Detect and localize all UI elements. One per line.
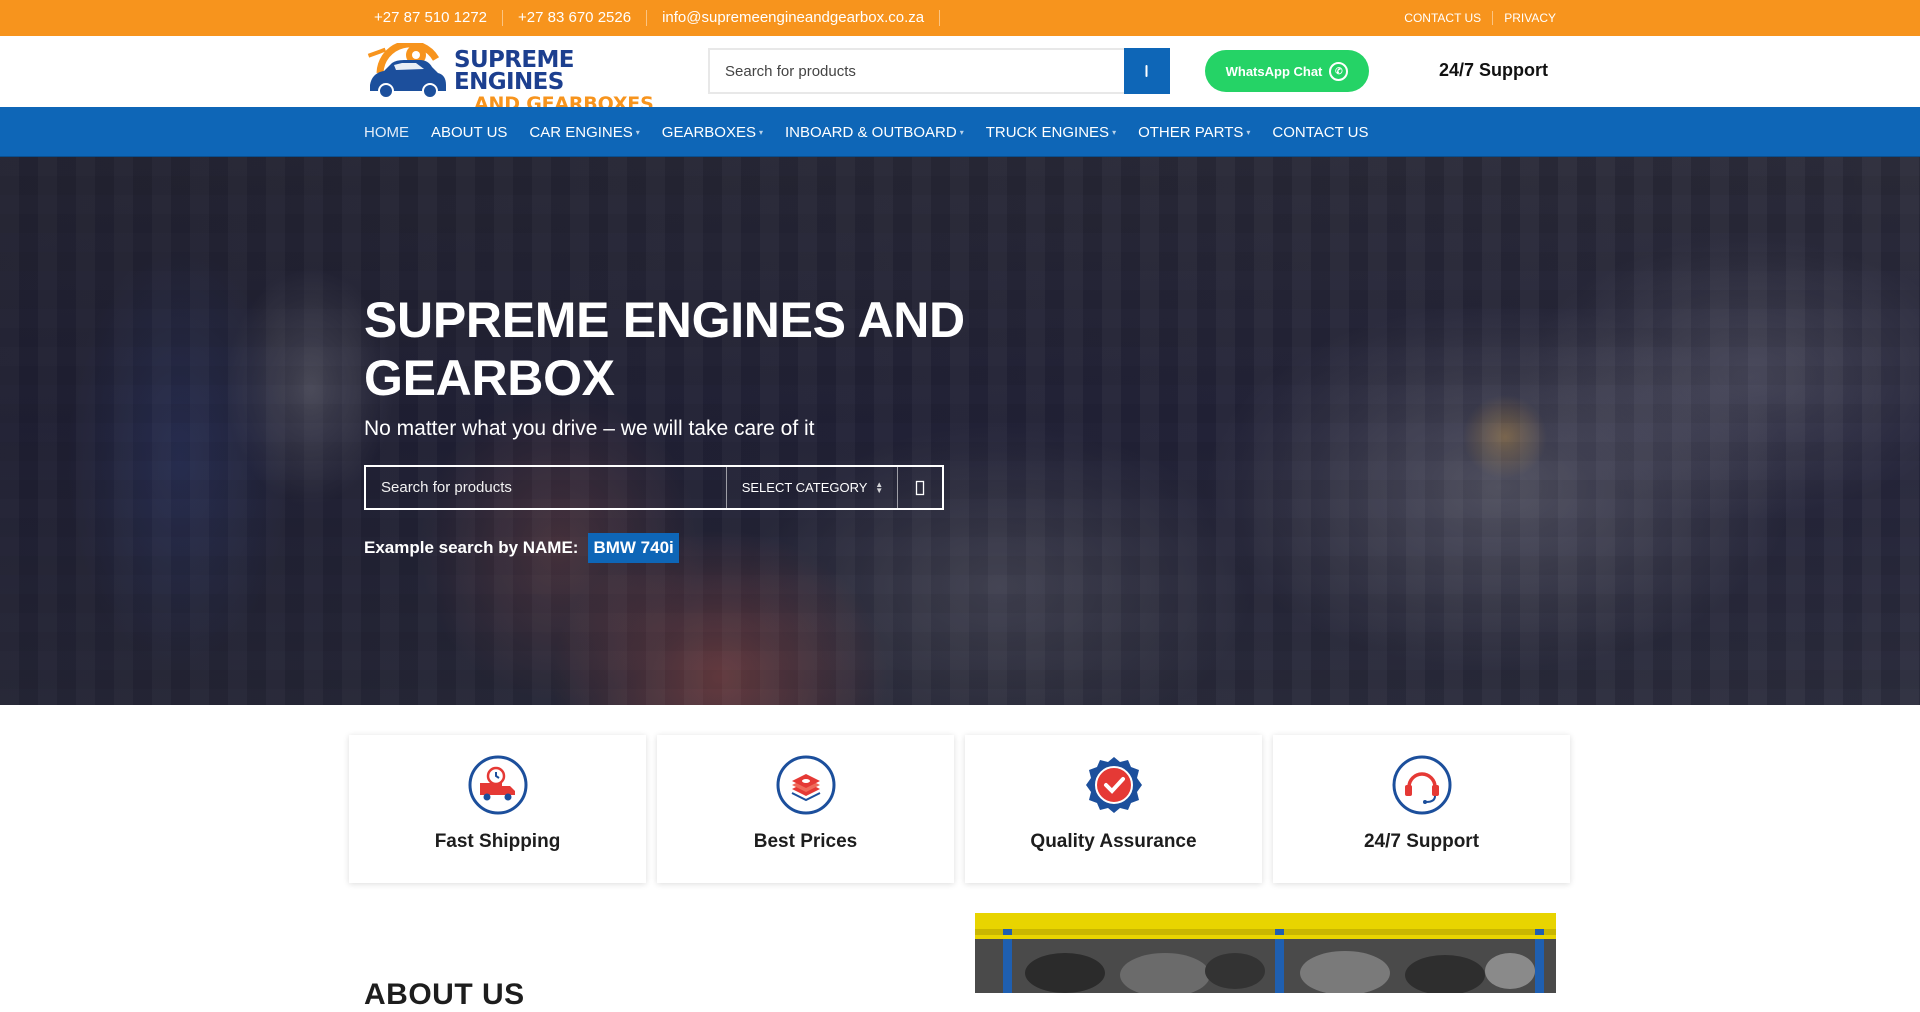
nav-label: OTHER PARTS (1138, 123, 1244, 141)
feature-card-fast-shipping: Fast Shipping (349, 735, 646, 883)
search-icon (1145, 65, 1148, 77)
logo-line-1: SUPREME ENGINES (454, 47, 575, 95)
hero-banner: SUPREME ENGINES AND GEARBOX No matter wh… (0, 157, 1920, 705)
header-search-button[interactable] (1124, 48, 1170, 94)
badge-check-icon (1086, 757, 1142, 813)
nav-item-car-engines[interactable]: CAR ENGINES ▾ (529, 124, 639, 141)
header: SUPREME ENGINES AND GEARBOXES WhatsApp C… (0, 36, 1920, 115)
hero-search: SELECT CATEGORY ▲▼ (364, 465, 944, 510)
headset-icon (1392, 755, 1452, 815)
logo-text: SUPREME ENGINES AND GEARBOXES (454, 47, 672, 116)
top-contacts: +27 87 510 1272 +27 83 670 2526 info@sup… (374, 0, 941, 36)
whatsapp-chat-button[interactable]: WhatsApp Chat ✆ (1205, 50, 1369, 92)
example-search-tag[interactable]: BMW 740i (588, 533, 679, 563)
phone-link-1[interactable]: +27 87 510 1272 (374, 10, 504, 26)
nav-label: TRUCK ENGINES (985, 123, 1110, 141)
nav-label: ABOUT US (431, 123, 508, 141)
chevron-down-icon: ▾ (635, 127, 640, 137)
category-select[interactable]: SELECT CATEGORY ▲ ▼ (727, 467, 899, 508)
top-bar: +27 87 510 1272 +27 83 670 2526 info@sup… (0, 0, 1920, 36)
about-photo (975, 913, 1556, 993)
header-search-input[interactable] (708, 48, 1124, 94)
hero-search-button[interactable] (898, 467, 942, 508)
warehouse-engines-image (975, 913, 1556, 993)
nav-label: INBOARD & OUTBOARD (785, 123, 957, 141)
feature-card-quality-assurance: Quality Assurance (965, 735, 1262, 883)
feature-label: 24/7 Support (1363, 831, 1480, 852)
header-search (708, 48, 1170, 94)
feature-label: Best Prices (753, 831, 858, 852)
category-select-label: SELECT CATEGORY (741, 480, 868, 495)
feature-card-best-prices: Best Prices (657, 735, 954, 883)
nav-item-gearboxes[interactable]: GEARBOXES ▾ (662, 124, 763, 141)
chevron-down-icon: ▾ (1112, 127, 1117, 137)
feature-cards: Fast Shipping Best Prices Quality Assura… (349, 735, 1581, 883)
search-icon (915, 480, 925, 495)
feature-label: Fast Shipping (434, 831, 561, 852)
nav-item-contact-us[interactable]: CONTACT US (1272, 124, 1368, 141)
chevron-down-icon: ▾ (1246, 127, 1251, 137)
nav-item-home[interactable]: HOME (364, 124, 409, 141)
nav-label: HOME (364, 123, 409, 141)
example-label: Example search by NAME: (364, 538, 579, 557)
money-stack-icon (776, 755, 836, 815)
top-link-privacy[interactable]: PRIVACY (1492, 11, 1556, 25)
hero-title: SUPREME ENGINES AND GEARBOX (364, 292, 965, 406)
email-link[interactable]: info@supremeengineandgearbox.co.za (647, 10, 941, 26)
nav-item-other-parts[interactable]: OTHER PARTS ▾ (1138, 124, 1250, 141)
top-links: CONTACT US PRIVACY (1393, 0, 1556, 36)
truck-clock-icon (468, 755, 528, 815)
whatsapp-label: WhatsApp Chat (1225, 63, 1323, 79)
about-title: ABOUT US (364, 978, 525, 1011)
feature-card-support: 24/7 Support (1273, 735, 1570, 883)
support-label: 24/7 Support (1439, 60, 1549, 80)
nav-item-about-us[interactable]: ABOUT US (431, 124, 507, 141)
chevron-down-icon: ▾ (959, 127, 964, 137)
feature-label: Quality Assurance (1030, 831, 1197, 852)
nav-label: CAR ENGINES (529, 123, 633, 141)
nav-item-truck-engines[interactable]: TRUCK ENGINES ▾ (986, 124, 1116, 141)
nav-label: CONTACT US (1272, 123, 1369, 141)
chevron-down-icon: ▾ (758, 127, 763, 137)
nav-label: GEARBOXES (661, 123, 756, 141)
top-link-contact[interactable]: CONTACT US (1393, 11, 1492, 25)
phone-link-2[interactable]: +27 83 670 2526 (503, 10, 648, 26)
hero-tagline: No matter what you drive – we will take … (364, 417, 815, 440)
main-nav: HOME ABOUT US CAR ENGINES ▾ GEARBOXES ▾ IN… (0, 107, 1920, 157)
example-search: Example search by NAME: BMW 740i (364, 533, 679, 563)
site-logo[interactable]: SUPREME ENGINES AND GEARBOXES (366, 43, 672, 115)
car-gear-logo-icon (367, 43, 446, 99)
whatsapp-icon: ✆ (1329, 61, 1349, 81)
hero-search-input[interactable] (366, 467, 727, 508)
select-arrows-icon: ▲ ▼ (875, 479, 884, 495)
nav-item-inboard-outboard[interactable]: INBOARD & OUTBOARD ▾ (785, 124, 964, 141)
hero-overlay (0, 157, 1920, 705)
